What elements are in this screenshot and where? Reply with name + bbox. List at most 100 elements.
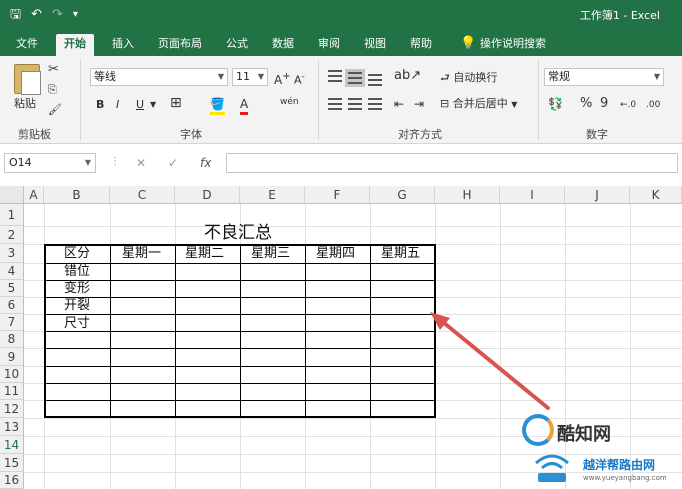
column-header[interactable]: I xyxy=(500,186,565,204)
font-size-combo[interactable]: 11 ▼ xyxy=(232,68,268,86)
decrease-font-icon[interactable]: A- xyxy=(294,69,305,89)
tab-formulas[interactable]: 公式 xyxy=(218,34,256,56)
tab-home[interactable]: 开始 xyxy=(56,34,94,56)
orientation-icon[interactable]: ab↗ xyxy=(394,68,421,84)
row-header[interactable]: 2 xyxy=(0,226,24,244)
tell-me-search[interactable]: 操作说明搜索 xyxy=(472,34,554,56)
name-box[interactable]: O14 ▼ xyxy=(4,153,96,173)
increase-decimal-icon[interactable]: ←.0 xyxy=(620,97,636,113)
tab-insert[interactable]: 插入 xyxy=(104,34,142,56)
cancel-icon[interactable]: ✕ xyxy=(136,156,146,170)
tab-review[interactable]: 审阅 xyxy=(310,34,348,56)
align-center-icon[interactable] xyxy=(348,98,362,110)
number-format-combo[interactable]: 常规 ▼ xyxy=(544,68,664,86)
decrease-indent-icon[interactable]: ⇤ xyxy=(394,96,404,112)
header-cell[interactable]: 星期五 xyxy=(381,246,420,262)
row-header[interactable]: 3 xyxy=(0,244,24,263)
cut-icon[interactable]: ✂ xyxy=(48,62,59,78)
comma-style-button[interactable]: 9 xyxy=(600,96,608,112)
phonetic-icon[interactable]: wén xyxy=(280,94,299,110)
column-header[interactable]: H xyxy=(435,186,500,204)
row-header[interactable]: 14 xyxy=(0,436,24,454)
header-cell[interactable]: 星期四 xyxy=(316,246,355,262)
customize-qat-icon[interactable]: ▾ xyxy=(73,6,78,24)
align-top-icon[interactable] xyxy=(328,70,342,82)
column-header[interactable]: B xyxy=(44,186,110,204)
merge-center-button[interactable]: ⊟ 合并后居中 ▼ xyxy=(440,96,517,113)
red-arrow-annotation xyxy=(430,312,550,410)
row-label-cell[interactable]: 变形 xyxy=(64,281,90,297)
row-label-cell[interactable]: 尺寸 xyxy=(64,316,90,332)
select-all-corner[interactable] xyxy=(0,186,24,204)
font-color-button[interactable]: A xyxy=(240,96,249,115)
group-separator xyxy=(80,60,81,140)
wifi-router-icon xyxy=(535,454,569,482)
undo-icon[interactable]: ↶ xyxy=(31,6,42,24)
row-header[interactable]: 12 xyxy=(0,400,24,418)
tab-page-layout[interactable]: 页面布局 xyxy=(150,34,210,56)
increase-font-icon[interactable]: A+ xyxy=(274,69,291,88)
header-cell[interactable]: 星期二 xyxy=(185,246,224,262)
row-header[interactable]: 6 xyxy=(0,297,24,314)
gridline xyxy=(565,204,566,489)
column-header[interactable]: J xyxy=(565,186,630,204)
align-right-icon[interactable] xyxy=(368,98,382,110)
row-header[interactable]: 1 xyxy=(0,204,24,226)
column-header[interactable]: D xyxy=(175,186,240,204)
column-header[interactable]: K xyxy=(630,186,682,204)
row-header[interactable]: 5 xyxy=(0,280,24,297)
row-label-cell[interactable]: 错位 xyxy=(64,264,90,280)
borders-icon[interactable]: ⊞ xyxy=(170,95,182,111)
column-header[interactable]: A xyxy=(24,186,44,204)
insert-function-icon[interactable]: fx xyxy=(200,156,211,170)
font-name-combo[interactable]: 等线 ▼ xyxy=(90,68,228,86)
row-header[interactable]: 11 xyxy=(0,383,24,400)
column-header[interactable]: G xyxy=(370,186,435,204)
font-group-label: 字体 xyxy=(180,128,202,141)
column-header[interactable]: E xyxy=(240,186,305,204)
formula-input[interactable] xyxy=(226,153,678,173)
header-cell[interactable]: 星期一 xyxy=(122,246,161,262)
row-header[interactable]: 4 xyxy=(0,263,24,280)
table-border-line xyxy=(44,331,436,332)
underline-button[interactable]: U xyxy=(136,97,144,113)
align-left-icon[interactable] xyxy=(328,98,342,110)
row-header[interactable]: 9 xyxy=(0,348,24,366)
header-cell[interactable]: 区分 xyxy=(64,246,90,262)
row-label-cell[interactable]: 开裂 xyxy=(64,298,90,314)
increase-indent-icon[interactable]: ⇥ xyxy=(414,96,424,112)
row-header[interactable]: 15 xyxy=(0,454,24,472)
bold-button[interactable]: B xyxy=(96,97,104,113)
tab-view[interactable]: 视图 xyxy=(356,34,394,56)
paste-icon[interactable] xyxy=(14,64,41,95)
copy-icon[interactable]: ⎘ xyxy=(48,82,57,98)
sheet-title-cell[interactable]: 不良汇总 xyxy=(204,223,272,243)
row-header[interactable]: 13 xyxy=(0,418,24,436)
wrap-text-button[interactable]: ⮐ 自动换行 xyxy=(440,70,497,86)
column-header[interactable]: F xyxy=(305,186,370,204)
tab-data[interactable]: 数据 xyxy=(264,34,302,56)
italic-button[interactable]: I xyxy=(116,97,119,113)
fill-color-icon[interactable]: 🪣 xyxy=(210,96,225,115)
gridline xyxy=(24,454,682,455)
tab-file[interactable]: 文件 xyxy=(8,34,46,56)
chevron-down-icon[interactable]: ▼ xyxy=(150,97,156,113)
align-middle-icon[interactable] xyxy=(345,69,365,87)
format-painter-icon[interactable]: 🖌 xyxy=(48,102,62,118)
redo-icon[interactable]: ↷ xyxy=(52,6,63,24)
row-header[interactable]: 10 xyxy=(0,366,24,383)
save-icon[interactable]: 🖫 xyxy=(10,6,21,24)
align-bottom-icon[interactable] xyxy=(368,74,382,86)
enter-icon[interactable]: ✓ xyxy=(168,156,178,170)
percent-button[interactable]: % xyxy=(580,96,592,112)
accounting-format-icon[interactable]: 💱 xyxy=(548,96,563,112)
row-header[interactable]: 7 xyxy=(0,314,24,331)
row-header[interactable]: 16 xyxy=(0,472,24,489)
gridline xyxy=(24,226,682,227)
decrease-decimal-icon[interactable]: .00 xyxy=(646,97,660,113)
header-cell[interactable]: 星期三 xyxy=(251,246,290,262)
tab-help[interactable]: 帮助 xyxy=(402,34,440,56)
column-header[interactable]: C xyxy=(110,186,175,204)
paste-button[interactable]: 粘贴 xyxy=(14,96,36,112)
row-header[interactable]: 8 xyxy=(0,331,24,348)
